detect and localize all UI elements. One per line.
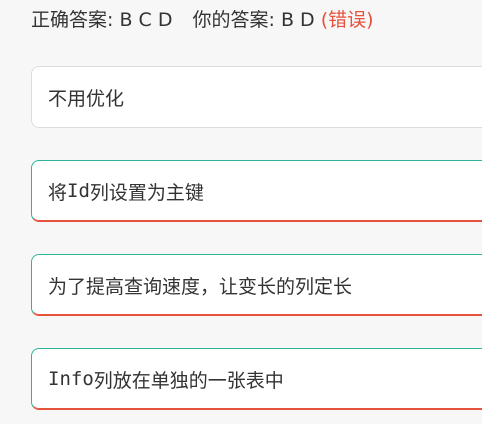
option-a-text: 不用优化 (48, 87, 125, 110)
option-d-code: Info (48, 368, 94, 390)
option-a[interactable]: 不用优化 (31, 66, 482, 128)
option-d-text: 列放在单独的一张表中 (93, 369, 284, 392)
your-answer-label: 你的答案: (192, 9, 275, 31)
option-c-text: 为了提高查询速度，让变长的列定长 (48, 275, 353, 298)
answer-summary: 正确答案: B C D 你的答案: B D (错误) (31, 6, 374, 34)
option-b-prefix: 将 (48, 181, 68, 204)
correct-answer-value: B C D (119, 9, 173, 31)
your-answer-value: B D (280, 9, 315, 31)
option-d[interactable]: Info 列放在单独的一张表中 (31, 348, 482, 410)
option-b[interactable]: 将 Id 列设置为主键 (31, 160, 482, 222)
option-b-code: Id (67, 180, 90, 202)
answer-status: (错误) (320, 9, 374, 31)
option-b-text: 列设置为主键 (89, 181, 204, 204)
correct-answer-label: 正确答案: (31, 9, 114, 31)
option-c[interactable]: 为了提高查询速度，让变长的列定长 (31, 254, 482, 316)
